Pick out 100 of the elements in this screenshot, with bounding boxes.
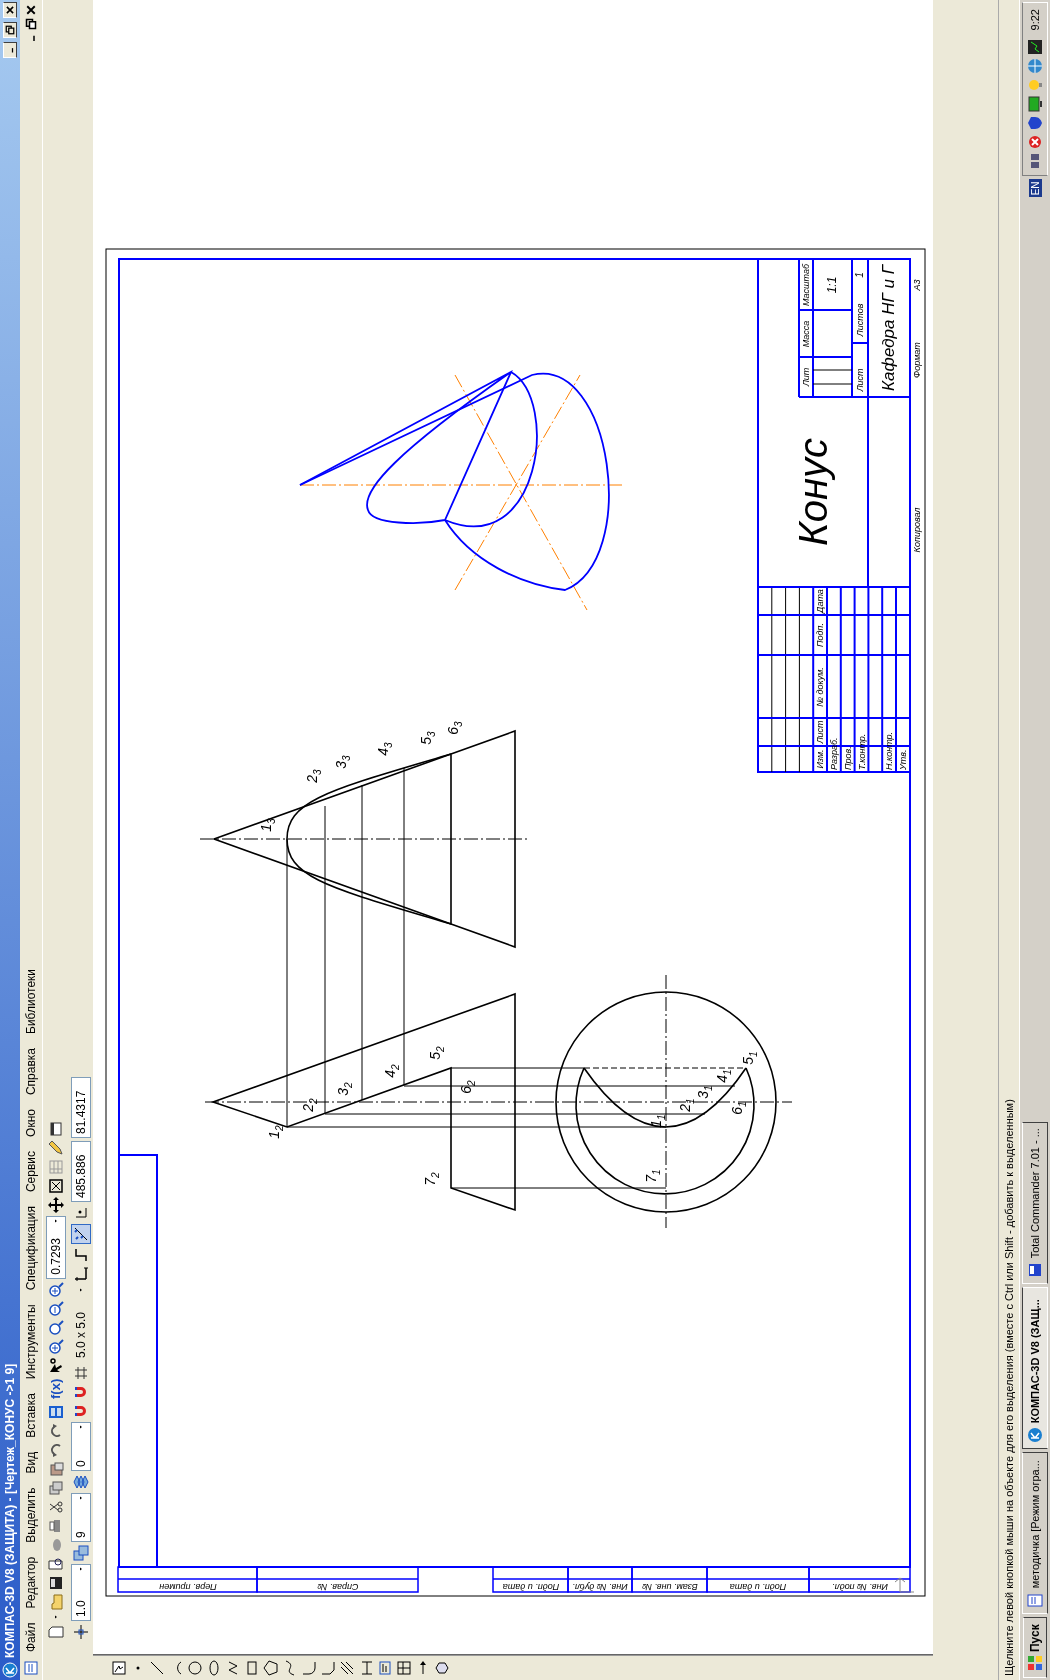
zoom-in-icon[interactable] — [47, 1338, 64, 1355]
crosshair-icon[interactable] — [72, 1624, 89, 1640]
layers-icon[interactable] — [72, 1545, 89, 1561]
row-label: Н.контр. — [884, 731, 894, 770]
stamp-label: Инв. № подл. — [831, 1581, 888, 1591]
row-label: Пров. — [843, 746, 853, 770]
step-line-icon[interactable] — [72, 1247, 89, 1263]
chart-icon[interactable] — [1027, 39, 1043, 56]
table-icon[interactable] — [396, 1660, 412, 1676]
menu-item[interactable]: Справка — [22, 1042, 40, 1102]
error-icon[interactable] — [1027, 134, 1043, 151]
language-indicator[interactable]: EN — [1028, 179, 1042, 198]
window-icon[interactable] — [47, 1120, 64, 1137]
rectangle-icon[interactable] — [244, 1660, 260, 1676]
clock: 9:22 — [1029, 9, 1041, 33]
pan-arrows-icon[interactable] — [47, 1196, 64, 1213]
segment-icon[interactable] — [149, 1660, 165, 1676]
stamp-label: Перв. примен — [158, 1581, 217, 1591]
stamp-label: Справ. № — [317, 1581, 358, 1591]
snap-points-icon — [72, 1226, 89, 1242]
menu-item[interactable]: Спецификация — [22, 1200, 40, 1297]
hatch-icon[interactable] — [339, 1660, 355, 1676]
minimize-button[interactable] — [3, 42, 17, 58]
magnifier-icon[interactable] — [47, 1319, 64, 1336]
close-button[interactable] — [3, 2, 17, 18]
taskbar-button[interactable]: КОМПАС-3D V8 (ЗАЩ... — [1022, 1287, 1048, 1450]
grid-icon[interactable] — [72, 1365, 89, 1381]
sheets-count: 1 — [855, 272, 865, 278]
select-icon[interactable] — [111, 1660, 127, 1676]
magnet-icon[interactable] — [72, 1384, 89, 1400]
close-icon[interactable] — [25, 4, 37, 16]
y-coordinate-field[interactable]: 81.4317 — [70, 1077, 91, 1138]
format-value: А3 — [912, 279, 922, 291]
layer-dropdown[interactable]: 9 — [70, 1493, 91, 1542]
grid-step-dropdown[interactable]: 5.0 x 5.0 — [70, 1285, 91, 1362]
menu-item[interactable]: Окно — [22, 1103, 40, 1143]
restore-icon — [5, 25, 15, 35]
row-label: Утв. — [898, 749, 908, 770]
row-label: Т.контр. — [857, 733, 867, 770]
zoom-frame-icon[interactable] — [47, 1177, 64, 1194]
document-icon[interactable] — [23, 1660, 39, 1676]
menu-item[interactable]: Вид — [22, 1445, 40, 1480]
column-header: № докум. — [815, 667, 825, 707]
help-pointer-icon[interactable] — [47, 1357, 64, 1374]
fillet-icon[interactable] — [301, 1660, 317, 1676]
column-header: Изм. — [815, 749, 825, 769]
stamp-label: Взам. инв. № — [641, 1581, 698, 1591]
paste-icon[interactable] — [47, 1461, 64, 1477]
stacked-sheets-icon[interactable] — [72, 1474, 89, 1490]
close-icon — [5, 5, 15, 15]
function-button[interactable]: f(x) — [48, 1376, 63, 1401]
text-frame-icon[interactable] — [377, 1660, 393, 1676]
status-message: Щелкните левой кнопкой мыши на объекте для его выделения (вместе с Ctrl или Shift - добавить к выделенным) — [1003, 1099, 1015, 1676]
zoom-scale-dropdown[interactable]: 0.7293 — [45, 1215, 66, 1279]
menu-item[interactable]: Сервис — [22, 1144, 40, 1199]
document-icon — [1027, 1592, 1043, 1609]
menu-item[interactable]: Вставка — [22, 1387, 40, 1444]
copy-icon[interactable] — [47, 1480, 64, 1496]
start-button[interactable]: Пуск — [1023, 1617, 1047, 1678]
menu-item[interactable]: Библиотеки — [22, 962, 40, 1040]
restore-icon[interactable] — [25, 18, 37, 30]
column-header: Масштаб — [801, 264, 811, 306]
axes-icon[interactable] — [72, 1266, 89, 1282]
format-label: Формат — [912, 342, 922, 378]
menu-item[interactable]: Файл — [22, 1616, 40, 1658]
drawing-canvas[interactable] — [93, 0, 933, 1655]
circle-icon[interactable] — [187, 1660, 203, 1676]
chamfer-icon[interactable] — [320, 1660, 336, 1676]
menu-item[interactable]: Редактор — [22, 1550, 40, 1615]
taskbar-button[interactable]: Total Commander 7.01 - ... — [1022, 1122, 1048, 1285]
page-icon[interactable] — [47, 1624, 64, 1640]
print-preview-icon[interactable] — [47, 1556, 64, 1572]
calculator-icon[interactable] — [47, 1404, 64, 1420]
zoom-out-icon[interactable] — [47, 1300, 64, 1317]
scissors-icon[interactable] — [47, 1499, 64, 1515]
column-header: Масса — [801, 320, 811, 348]
line-style-dropdown[interactable]: 0 — [70, 1422, 91, 1471]
line-scale-dropdown[interactable]: 1.0 — [70, 1564, 91, 1621]
menu-item[interactable]: Инструменты — [22, 1298, 40, 1386]
x-coordinate-field[interactable]: 485.886 — [70, 1141, 91, 1202]
snap-toggle[interactable] — [70, 1224, 91, 1244]
menu-item[interactable]: Выделить — [22, 1481, 40, 1549]
restore-button[interactable] — [3, 22, 17, 38]
stamp-label: Подп. и дата — [729, 1581, 787, 1591]
magnet-icon[interactable] — [72, 1403, 89, 1419]
organization-name: Кафедра НГ и Г — [879, 265, 897, 391]
copied-label: Копировал — [912, 507, 922, 553]
stamp-label: Подп. и дата — [502, 1581, 559, 1591]
pencil-icon[interactable] — [47, 1139, 64, 1156]
window-title: КОМПАС-3D V8 (ЗАЩИТА) - [Чертеж_КОНУС ->1 9] — [3, 1363, 17, 1658]
scale-value: 1:1 — [826, 276, 838, 294]
polygon-icon[interactable] — [263, 1660, 279, 1676]
ellipse-icon[interactable] — [206, 1660, 222, 1676]
shield-icon[interactable] — [1027, 115, 1043, 132]
column-header: Лист — [815, 720, 825, 744]
app-logo-icon — [2, 1662, 18, 1678]
monitor-icon[interactable] — [1027, 96, 1043, 113]
zoom-in-icon[interactable] — [47, 1281, 64, 1298]
sheets-label: Листов — [855, 303, 865, 337]
taskbar-button[interactable]: методичка [Режим огра... — [1022, 1452, 1048, 1615]
